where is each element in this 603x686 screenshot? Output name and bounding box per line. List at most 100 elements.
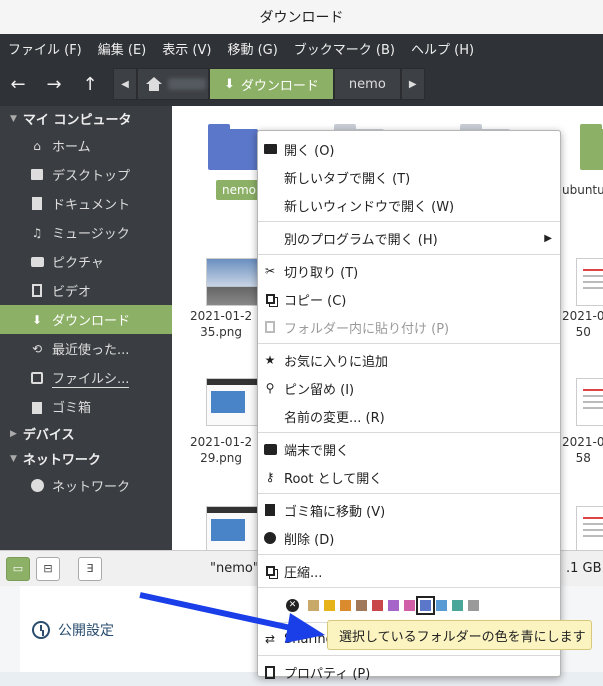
color-swatch[interactable] [356, 599, 367, 611]
public-settings-link[interactable]: 公開設定 [32, 620, 114, 640]
menu-item-pin[interactable]: ⚲ ピン留め (I) [258, 374, 560, 402]
image-thumbnail[interactable] [206, 506, 260, 550]
image-thumbnail[interactable] [576, 506, 603, 550]
folder-icon: ▭ [12, 562, 24, 575]
sidebar-item-desktop[interactable]: デスクトップ [0, 160, 172, 189]
menu-item-open-terminal[interactable]: 端末で開く [258, 435, 560, 463]
sidebar-item-network[interactable]: ネットワーク [0, 471, 172, 500]
pathbar: ◀ ⬇ ダウンロード nemo ▶ [113, 68, 425, 100]
menu-item-label: 端末で開く [284, 443, 350, 459]
tree-toggle-button[interactable]: ⊟ [36, 556, 60, 581]
menu-separator [258, 655, 560, 656]
color-swatch[interactable] [388, 599, 399, 611]
menu-item-rename[interactable]: 名前の変更... (R) [258, 402, 560, 430]
path-nemo-button[interactable]: nemo [333, 68, 401, 100]
delete-icon [263, 531, 277, 545]
section-label: ネットワーク [22, 453, 101, 468]
sidebar-item-label: ピクチャ [52, 256, 104, 271]
menu-view[interactable]: 表示 (V) [154, 39, 219, 58]
path-scroll-right-button[interactable]: ▶ [400, 68, 425, 100]
sidebar-item-videos[interactable]: ビデオ [0, 276, 172, 305]
image-thumbnail[interactable] [576, 378, 603, 426]
path-home-button[interactable] [137, 68, 209, 100]
forward-button[interactable]: → [36, 66, 72, 102]
menu-help[interactable]: ヘルプ (H) [403, 39, 482, 58]
image-thumbnail[interactable] [576, 258, 603, 306]
menu-file[interactable]: ファイル (F) [0, 39, 90, 58]
color-swatch[interactable] [340, 599, 351, 611]
sidebar-item-downloads[interactable]: ⬇ ダウンロード [0, 305, 172, 334]
section-label: デバイス [22, 428, 75, 443]
sidebar-item-filesystem[interactable]: ファイルシ... [0, 363, 172, 392]
color-swatch[interactable] [436, 599, 447, 611]
color-swatch-blue[interactable] [416, 595, 435, 615]
color-swatch[interactable] [404, 599, 415, 611]
file-label: ubuntu [562, 183, 603, 197]
menu-edit[interactable]: 編集 (E) [90, 39, 155, 58]
path-scroll-left-button[interactable]: ◀ [113, 68, 137, 100]
sidebar-section-devices[interactable]: ▶ デバイス [0, 421, 172, 446]
menu-bookmarks[interactable]: ブックマーク (B) [286, 39, 403, 58]
menu-item-copy[interactable]: コピー (C) [258, 285, 560, 313]
menu-item-label: 新しいタブで開く (T) [284, 171, 411, 187]
public-settings-label: 公開設定 [58, 623, 114, 639]
menu-item-label: プロパティ (P) [284, 666, 371, 682]
sidebar-section-my-computer[interactable]: ▼ マイ コンピュータ [0, 106, 172, 131]
menu-item-cut[interactable]: ✂ 切り取り (T) [258, 257, 560, 285]
path-downloads-button[interactable]: ⬇ ダウンロード [209, 68, 334, 100]
sidebar-item-label: ビデオ [52, 285, 92, 300]
menu-item-open[interactable]: 開く (O) [258, 135, 560, 163]
sidebar-item-recent[interactable]: ⟲ 最近使った... [0, 334, 172, 363]
color-swatch[interactable] [468, 599, 479, 611]
menu-item-open-as-root[interactable]: ⚷ Root として開く [258, 463, 560, 491]
menu-item-label: Root として開く [284, 471, 383, 487]
menu-item-open-new-window[interactable]: 新しいウィンドウで開く (W) [258, 191, 560, 219]
sidebar-item-music[interactable]: ♫ ミュージック [0, 218, 172, 247]
up-arrow-icon: ↑ [82, 73, 98, 95]
image-thumbnail[interactable] [206, 258, 260, 306]
menu-item-compress[interactable]: 圧縮... [258, 557, 560, 585]
color-swatch[interactable] [452, 599, 463, 611]
menu-item-open-with[interactable]: 別のプログラムで開く (H) ▶ [258, 224, 560, 252]
music-icon: ♫ [31, 225, 43, 240]
sidebar-item-home[interactable]: ⌂ ホーム [0, 131, 172, 160]
up-button[interactable]: ↑ [72, 66, 108, 102]
menu-item-move-to-trash[interactable]: ゴミ箱に移動 (V) [258, 496, 560, 524]
hide-sidebar-button[interactable]: ∃ [78, 556, 102, 581]
back-button[interactable]: ← [0, 66, 36, 102]
menu-item-open-new-tab[interactable]: 新しいタブで開く (T) [258, 163, 560, 191]
sidebar-section-network[interactable]: ▼ ネットワーク [0, 446, 172, 471]
menu-item-label: ピン留め (I) [284, 382, 355, 398]
color-tooltip: 選択しているフォルダーの色を青にします [327, 620, 592, 650]
color-swatch[interactable] [372, 599, 383, 611]
menu-separator [258, 254, 560, 255]
folder-icon [263, 142, 277, 156]
sidebar-item-documents[interactable]: ドキュメント [0, 189, 172, 218]
places-toggle-button[interactable]: ▭ [6, 556, 30, 581]
menu-item-paste-into-folder: フォルダー内に貼り付け (P) [258, 313, 560, 341]
menu-go[interactable]: 移動 (G) [219, 39, 285, 58]
window-titlebar[interactable]: ダウンロード [0, 0, 603, 34]
folder-icon[interactable] [580, 124, 603, 170]
folder-icon[interactable] [208, 124, 258, 170]
menu-item-label: お気に入りに追加 [284, 354, 389, 370]
image-thumbnail[interactable] [206, 378, 260, 426]
selected-folder-label[interactable]: nemo [216, 180, 263, 200]
section-label: マイ コンピュータ [22, 113, 132, 128]
home-icon [146, 77, 162, 91]
desktop-icon [30, 168, 44, 182]
menu-item-properties[interactable]: プロパティ (P) [258, 658, 560, 686]
sidebar-item-pictures[interactable]: ピクチャ [0, 247, 172, 276]
menu-item-delete[interactable]: 削除 (D) [258, 524, 560, 552]
sidebar-item-trash[interactable]: ゴミ箱 [0, 392, 172, 421]
menu-separator [258, 493, 560, 494]
menu-item-add-favorite[interactable]: ★ お気に入りに追加 [258, 346, 560, 374]
window-title: ダウンロード [259, 10, 344, 26]
filesystem-icon [30, 371, 44, 385]
menu-item-label: フォルダー内に貼り付け (P) [284, 321, 450, 337]
sidebar-item-label: ダウンロード [52, 314, 131, 329]
menu-item-label: 別のプログラムで開く (H) [284, 232, 438, 248]
menu-item-label: コピー (C) [284, 293, 347, 309]
terminal-icon [263, 442, 277, 456]
arrow-shaft [139, 592, 301, 633]
